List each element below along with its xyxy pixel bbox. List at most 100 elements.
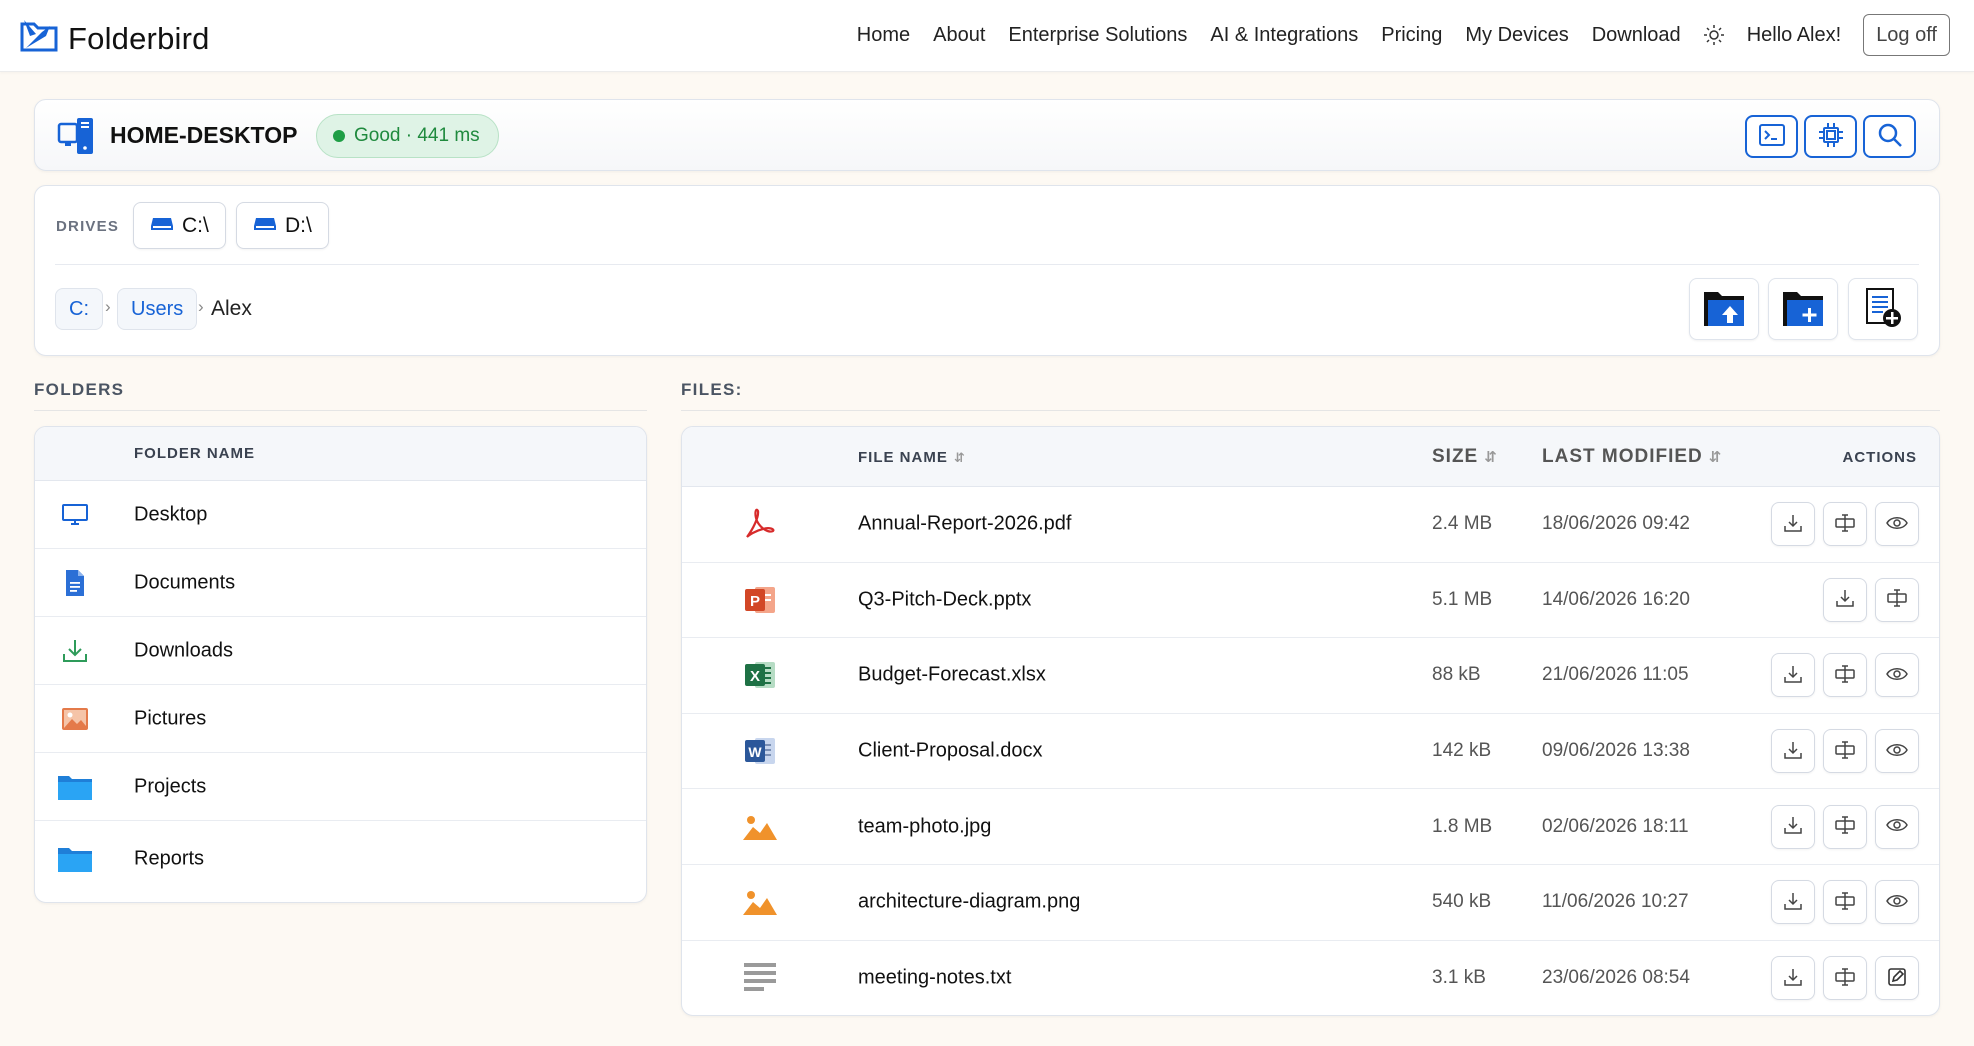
file-row[interactable]: team-photo.jpg 1.8 MB 02/06/2026 18:11: [682, 789, 1939, 865]
rename-button[interactable]: [1823, 880, 1867, 925]
nav-home[interactable]: Home: [857, 24, 910, 47]
download-button[interactable]: [1771, 653, 1815, 698]
preview-button[interactable]: [1875, 502, 1919, 547]
preview-button[interactable]: [1875, 653, 1919, 698]
rename-button[interactable]: [1823, 956, 1867, 1001]
row-actions: [1771, 653, 1919, 698]
rename-button[interactable]: [1823, 653, 1867, 698]
file-modified: 21/06/2026 11:05: [1542, 664, 1689, 686]
preview-button[interactable]: [1875, 729, 1919, 774]
main-nav: Home About Enterprise Solutions AI & Int…: [857, 14, 1950, 56]
nav-pricing[interactable]: Pricing: [1381, 24, 1442, 47]
folder-row-downloads[interactable]: Downloads: [35, 617, 646, 685]
file-name: Client-Proposal.docx: [858, 739, 1043, 762]
preview-button[interactable]: [1875, 804, 1919, 849]
folder-name: Reports: [134, 847, 205, 870]
download-icon: [1783, 891, 1803, 914]
file-name-column-header[interactable]: FILE NAME ⇵: [858, 449, 966, 466]
breadcrumb-current: Alex: [211, 297, 252, 320]
monitor-icon: [57, 503, 93, 527]
download-button[interactable]: [1771, 729, 1815, 774]
file-row[interactable]: Annual-Report-2026.pdf 2.4 MB 18/06/2026…: [682, 487, 1939, 563]
breadcrumb-users[interactable]: Users: [117, 288, 198, 330]
upload-to-folder-button[interactable]: [1689, 278, 1759, 340]
nav-my-devices[interactable]: My Devices: [1465, 24, 1568, 47]
connection-status-text: Good · 441 ms: [354, 125, 480, 146]
file-size: 540 kB: [1432, 891, 1492, 913]
folder-row-reports[interactable]: Reports: [35, 821, 646, 897]
rename-button[interactable]: [1823, 804, 1867, 849]
folders-section-label: FOLDERS: [34, 380, 125, 399]
file-name: meeting-notes.txt: [858, 966, 1012, 989]
file-row[interactable]: W Client-Proposal.docx 142 kB 09/06/2026…: [682, 714, 1939, 790]
files-table-header: FILE NAME ⇵ SIZE ⇵ LAST MODIFIED ⇵ ACTIO…: [682, 427, 1939, 487]
row-actions: [1771, 729, 1919, 774]
new-folder-button[interactable]: [1768, 278, 1838, 340]
download-button[interactable]: [1771, 804, 1815, 849]
file-row[interactable]: P Q3-Pitch-Deck.pptx 5.1 MB 14/06/2026 1…: [682, 563, 1939, 639]
preview-button[interactable]: [1875, 880, 1919, 925]
file-row[interactable]: meeting-notes.txt 3.1 kB 23/06/2026 08:5…: [682, 941, 1939, 1015]
excel-icon: X: [738, 657, 782, 693]
search-button[interactable]: [1863, 115, 1916, 158]
folder-icon: [57, 773, 93, 801]
rename-icon: [1834, 740, 1856, 763]
rename-button[interactable]: [1875, 577, 1919, 622]
drive-c-button[interactable]: C:\: [133, 202, 226, 249]
download-icon: [1835, 588, 1855, 611]
file-modified: 14/06/2026 16:20: [1542, 588, 1690, 610]
file-row[interactable]: X Budget-Forecast.xlsx 88 kB 21/06/2026 …: [682, 638, 1939, 714]
new-file-button[interactable]: [1848, 278, 1918, 340]
rename-button[interactable]: [1823, 729, 1867, 774]
pdf-icon: [738, 506, 782, 542]
last-modified-column-header[interactable]: LAST MODIFIED ⇵: [1542, 446, 1722, 468]
file-size: 142 kB: [1432, 740, 1492, 762]
folder-name: Desktop: [134, 503, 208, 525]
folder-row-desktop[interactable]: Desktop: [35, 481, 646, 549]
download-button[interactable]: [1823, 577, 1867, 622]
nav-about[interactable]: About: [933, 24, 985, 47]
file-size: 88 kB: [1432, 664, 1481, 686]
folder-row-pictures[interactable]: Pictures: [35, 685, 646, 753]
breadcrumb-root[interactable]: C:: [55, 288, 103, 330]
download-button[interactable]: [1771, 956, 1815, 1001]
drives-label: DRIVES: [56, 218, 120, 235]
edit-button[interactable]: [1875, 956, 1919, 1001]
folder-name: Downloads: [134, 639, 233, 661]
folder-row-projects[interactable]: Projects: [35, 753, 646, 821]
size-column-header[interactable]: SIZE ⇵: [1432, 446, 1498, 468]
row-actions: [1771, 880, 1919, 925]
folder-icon: [57, 845, 93, 873]
nav-ai-integrations[interactable]: AI & Integrations: [1210, 24, 1358, 47]
theme-toggle-sun-icon[interactable]: [1703, 24, 1725, 46]
download-button[interactable]: [1771, 880, 1815, 925]
file-row[interactable]: architecture-diagram.png 540 kB 11/06/20…: [682, 865, 1939, 941]
drive-d-button[interactable]: D:\: [236, 202, 329, 249]
file-modified: 18/06/2026 09:42: [1542, 513, 1690, 535]
rename-icon: [1834, 967, 1856, 990]
terminal-button[interactable]: [1745, 115, 1798, 158]
eye-icon: [1886, 817, 1908, 836]
folder-row-documents[interactable]: Documents: [35, 549, 646, 617]
log-off-button[interactable]: Log off: [1863, 14, 1950, 56]
system-info-button[interactable]: [1804, 115, 1857, 158]
rename-icon: [1834, 891, 1856, 914]
section-divider: [681, 410, 1940, 411]
last-modified-header-label: LAST MODIFIED: [1542, 446, 1703, 467]
file-name: Budget-Forecast.xlsx: [858, 663, 1046, 686]
folder-name: Pictures: [134, 707, 207, 729]
breadcrumb-separator: ›: [198, 297, 204, 316]
file-modified: 11/06/2026 10:27: [1542, 891, 1689, 913]
nav-enterprise-solutions[interactable]: Enterprise Solutions: [1008, 24, 1187, 47]
brand[interactable]: Folderbird: [20, 18, 210, 59]
nav-download[interactable]: Download: [1592, 24, 1681, 47]
sort-icon: ⇵: [953, 449, 966, 465]
download-icon: [1783, 740, 1803, 763]
actions-column-header: ACTIONS: [1842, 449, 1917, 466]
download-icon: [1783, 513, 1803, 536]
rename-button[interactable]: [1823, 502, 1867, 547]
rename-icon: [1834, 664, 1856, 687]
download-button[interactable]: [1771, 502, 1815, 547]
download-icon: [1783, 967, 1803, 990]
files-section-label: FILES:: [681, 380, 743, 399]
